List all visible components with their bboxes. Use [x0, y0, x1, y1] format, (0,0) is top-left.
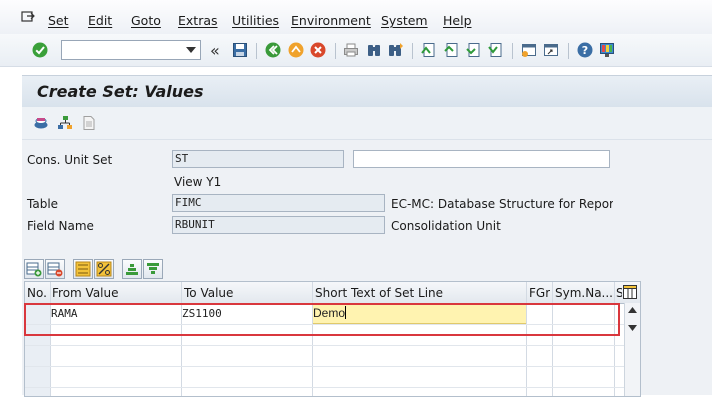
deselect-all-icon: [96, 261, 112, 277]
menu-set[interactable]: Set: [48, 13, 69, 28]
insert-row-button[interactable]: [24, 259, 44, 279]
print-icon[interactable]: [343, 42, 359, 58]
toolbar-separator: [568, 43, 569, 59]
column-header-from-value[interactable]: From Value: [52, 286, 119, 300]
check-icon[interactable]: [32, 42, 48, 58]
toolbar-separator: [412, 43, 413, 59]
column-divider: [50, 282, 51, 396]
svg-text:?: ?: [582, 44, 588, 57]
application-toolbar: [22, 107, 712, 140]
table-field[interactable]: FIMC: [172, 194, 385, 212]
hierarchy-icon[interactable]: [57, 115, 73, 131]
menu-system[interactable]: System: [381, 13, 428, 28]
menu-environment[interactable]: Environment: [291, 13, 371, 28]
page-title: Create Set: Values: [37, 82, 204, 101]
column-divider: [181, 282, 182, 396]
column-header-short-text[interactable]: Short Text of Set Line: [315, 286, 443, 300]
sort-ascending-button[interactable]: [122, 259, 142, 279]
column-header-fgr[interactable]: FGr: [529, 286, 550, 300]
create-session-icon[interactable]: [521, 42, 537, 58]
field-name-label: Field Name: [27, 219, 94, 233]
chevron-down-icon[interactable]: [186, 47, 196, 53]
delete-row-button[interactable]: [45, 259, 65, 279]
standard-toolbar: « ?: [0, 34, 712, 67]
column-header-no[interactable]: No.: [27, 286, 47, 300]
table-header: No. From Value To Value Short Text of Se…: [25, 282, 640, 304]
menu-utilities[interactable]: Utilities: [232, 13, 279, 28]
set-values-table: No. From Value To Value Short Text of Se…: [24, 281, 641, 397]
column-header-to-value[interactable]: To Value: [184, 286, 233, 300]
view-label: View Y1: [174, 175, 222, 189]
document-icon[interactable]: [81, 115, 97, 131]
shortcut-icon[interactable]: [543, 42, 559, 58]
exit-icon[interactable]: [288, 42, 304, 58]
menu-bar: Set Edit Goto Extras Utilities Environme…: [0, 0, 712, 34]
column-divider: [312, 282, 313, 396]
scroll-down-icon[interactable]: [628, 325, 637, 331]
sort-ascending-icon: [126, 264, 138, 275]
title-bar: Create Set: Values: [22, 75, 712, 108]
column-divider: [614, 282, 615, 396]
last-page-icon[interactable]: [487, 42, 503, 58]
cons-unit-set-field[interactable]: ST: [172, 150, 344, 168]
find-next-icon[interactable]: [388, 42, 404, 58]
cons-unit-set-description-field[interactable]: [353, 150, 610, 168]
help-icon[interactable]: ?: [577, 42, 593, 58]
save-icon[interactable]: [232, 42, 248, 58]
sort-descending-button[interactable]: [143, 259, 163, 279]
toolbar-separator: [512, 43, 513, 59]
highlight-box: [24, 303, 620, 336]
first-page-icon[interactable]: [420, 42, 436, 58]
sort-descending-icon: [147, 263, 159, 274]
next-page-icon[interactable]: [465, 42, 481, 58]
menu-extras[interactable]: Extras: [178, 13, 218, 28]
table-description: EC-MC: Database Structure for Reporti...: [391, 197, 613, 211]
select-all-button[interactable]: [73, 259, 93, 279]
menu-help[interactable]: Help: [443, 13, 472, 28]
cons-unit-set-label: Cons. Unit Set: [27, 153, 113, 167]
field-name-field[interactable]: RBUNIT: [172, 216, 385, 234]
insert-row-icon: [26, 262, 42, 277]
back-icon[interactable]: [265, 42, 281, 58]
select-all-icon: [75, 261, 91, 277]
row-divider: [25, 387, 625, 388]
delete-row-icon: [47, 262, 63, 277]
command-field[interactable]: [61, 40, 201, 60]
column-divider: [552, 282, 553, 396]
customize-layout-icon[interactable]: [599, 42, 615, 58]
menu-edit[interactable]: Edit: [88, 13, 112, 28]
field-name-description: Consolidation Unit: [391, 219, 501, 233]
cancel-icon[interactable]: [310, 42, 326, 58]
find-icon[interactable]: [366, 42, 382, 58]
row-divider: [25, 345, 625, 346]
previous-page-icon[interactable]: [443, 42, 459, 58]
toolbar-separator: [256, 43, 257, 59]
vertical-scrollbar[interactable]: [624, 303, 640, 396]
deselect-all-button[interactable]: [94, 259, 114, 279]
menu-window-icon[interactable]: [21, 11, 35, 23]
scroll-up-icon[interactable]: [628, 307, 637, 313]
collapse-command-icon[interactable]: «: [210, 41, 220, 60]
table-settings-icon[interactable]: [622, 284, 638, 300]
display-change-icon[interactable]: [33, 115, 49, 131]
row-divider: [25, 366, 625, 367]
column-header-sym-name[interactable]: Sym.Na...: [555, 286, 613, 300]
menu-goto[interactable]: Goto: [131, 13, 161, 28]
column-divider: [526, 282, 527, 396]
toolbar-separator: [335, 43, 336, 59]
table-label: Table: [27, 197, 59, 211]
